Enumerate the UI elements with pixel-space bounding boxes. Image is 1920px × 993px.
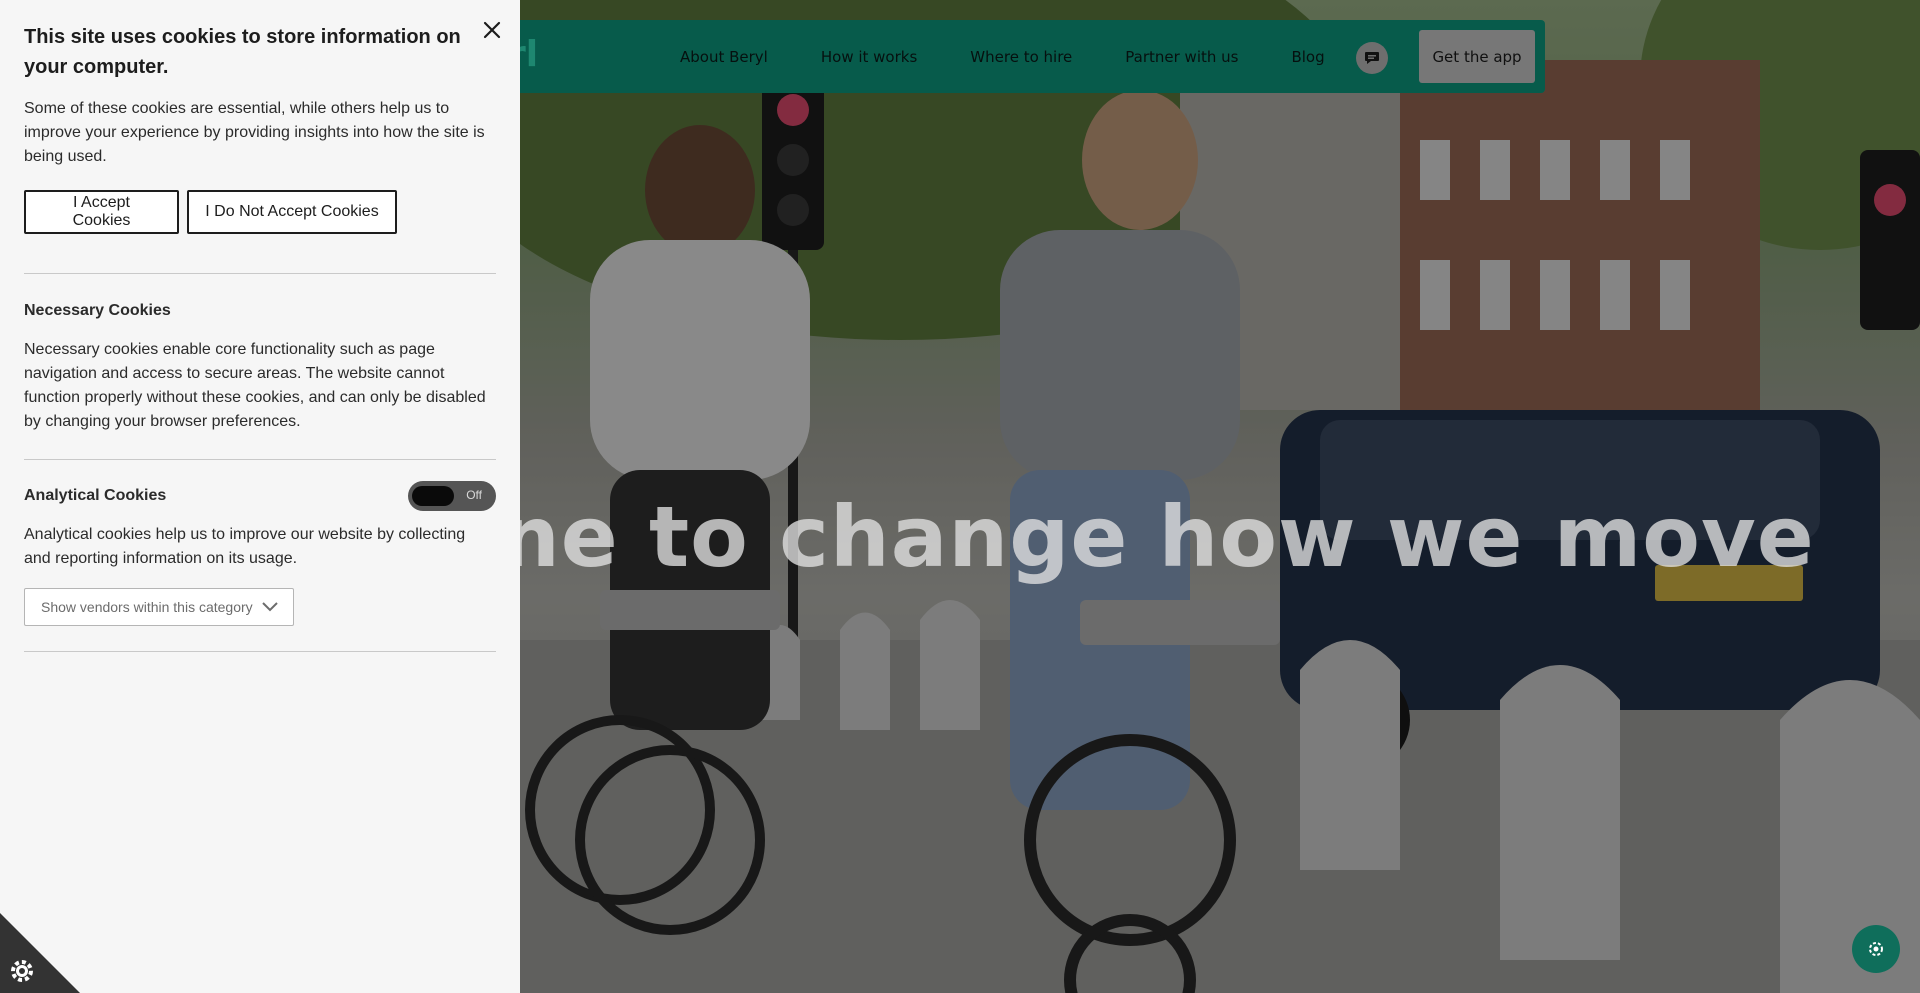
- cookie-panel-title: This site uses cookies to store informat…: [24, 26, 461, 78]
- page: ne to change how we move rl About Beryl …: [0, 0, 1920, 993]
- analytical-cookies-text: Analytical cookies help us to improve ou…: [24, 526, 466, 567]
- close-icon: [483, 21, 501, 39]
- analytical-cookies-toggle[interactable]: Off: [408, 481, 496, 511]
- chevron-down-icon: [262, 602, 278, 612]
- necessary-cookies-text: Necessary cookies enable core functional…: [24, 341, 486, 430]
- nav-link-where-to-hire[interactable]: Where to hire: [970, 48, 1072, 66]
- necessary-cookies-heading: Necessary Cookies: [24, 302, 171, 319]
- divider: [24, 651, 496, 652]
- settings-icon: [1869, 942, 1883, 956]
- divider: [24, 273, 496, 274]
- chat-button[interactable]: [1356, 42, 1388, 74]
- show-vendors-label: Show vendors within this category: [41, 599, 253, 615]
- close-button[interactable]: [478, 16, 506, 44]
- get-the-app-button[interactable]: Get the app: [1419, 30, 1535, 83]
- chat-bubble-icon: [1365, 52, 1379, 64]
- nav-link-about-beryl[interactable]: About Beryl: [680, 48, 768, 66]
- cookie-consent-panel: This site uses cookies to store informat…: [0, 0, 520, 993]
- top-navbar: rl About Beryl How it works Where to hir…: [500, 20, 1545, 93]
- cookie-intro-text: Some of these cookies are essential, whi…: [24, 100, 485, 165]
- help-widget-button[interactable]: [1852, 925, 1900, 973]
- analytical-cookies-heading: Analytical Cookies: [24, 487, 167, 504]
- toggle-knob: [412, 486, 454, 506]
- divider: [24, 459, 496, 460]
- show-vendors-dropdown[interactable]: Show vendors within this category: [24, 588, 294, 626]
- reject-cookies-button[interactable]: I Do Not Accept Cookies: [187, 190, 397, 234]
- nav-link-blog[interactable]: Blog: [1291, 48, 1324, 66]
- cookie-settings-tab-shape: [0, 913, 80, 993]
- cookie-settings-tab[interactable]: [0, 913, 80, 993]
- nav-link-partner-with-us[interactable]: Partner with us: [1125, 48, 1238, 66]
- accept-cookies-button[interactable]: I Accept Cookies: [24, 190, 179, 234]
- nav-links: About Beryl How it works Where to hire P…: [680, 20, 1378, 93]
- nav-link-how-it-works[interactable]: How it works: [821, 48, 917, 66]
- toggle-state-label: Off: [466, 488, 482, 502]
